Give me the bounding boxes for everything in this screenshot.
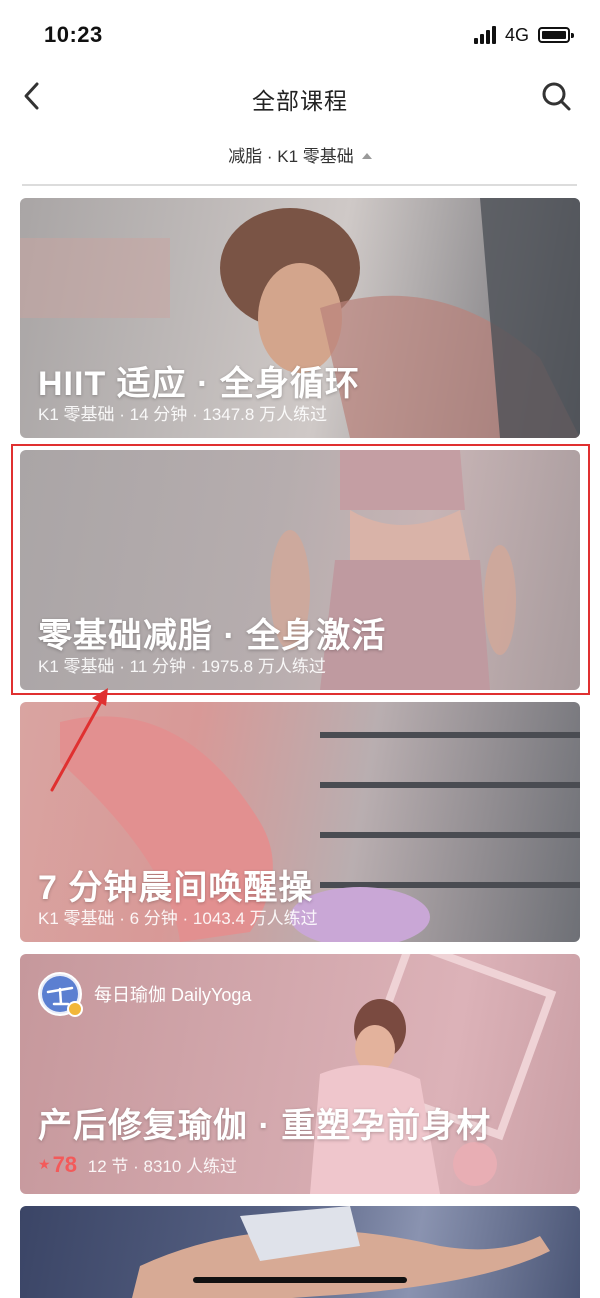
filter-divider bbox=[22, 184, 577, 186]
network-type: 4G bbox=[505, 25, 530, 45]
home-indicator[interactable] bbox=[193, 1277, 407, 1283]
nav-bar: 全部课程 bbox=[0, 62, 600, 134]
page-title: 全部课程 bbox=[252, 88, 348, 114]
course-card-morning[interactable]: 7 分钟晨间唤醒操 K1 零基础 · 6 分钟 · 1043.4 万人练过 bbox=[20, 702, 580, 942]
dailyyoga-logo-icon bbox=[38, 972, 83, 1017]
course-meta-row: ★78 12 节 · 8310 人练过 bbox=[38, 1152, 237, 1178]
course-card-hiit[interactable]: HIIT 适应 · 全身循环 K1 零基础 · 14 分钟 · 1347.8 万… bbox=[20, 198, 580, 438]
status-bar: 10:23 4G bbox=[0, 0, 600, 62]
verified-badge-icon bbox=[67, 1001, 83, 1017]
filter-label: 减脂 · K1 零基础 bbox=[228, 147, 354, 166]
status-time: 10:23 bbox=[44, 22, 103, 47]
course-title: 7 分钟晨间唤醒操 bbox=[38, 869, 314, 907]
battery-icon bbox=[538, 27, 574, 43]
provider-name: 每日瑜伽 DailyYoga bbox=[94, 985, 252, 1005]
search-icon[interactable] bbox=[538, 78, 574, 114]
course-meta: K1 零基础 · 6 分钟 · 1043.4 万人练过 bbox=[38, 909, 318, 928]
course-card-partial[interactable] bbox=[20, 1206, 580, 1298]
caret-up-icon bbox=[361, 153, 372, 159]
course-title: 产后修复瑜伽 · 重塑孕前身材 bbox=[38, 1107, 492, 1145]
course-cover-image bbox=[132, 1206, 550, 1298]
course-price: ★78 bbox=[38, 1152, 78, 1177]
course-title: 零基础减脂 · 全身激活 bbox=[38, 617, 387, 655]
course-meta: K1 零基础 · 11 分钟 · 1975.8 万人练过 bbox=[38, 657, 326, 676]
category-filter[interactable]: 减脂 · K1 零基础 bbox=[0, 142, 600, 172]
course-meta: K1 零基础 · 14 分钟 · 1347.8 万人练过 bbox=[38, 405, 328, 424]
course-meta: 12 节 · 8310 人练过 bbox=[87, 1157, 238, 1176]
course-title: HIIT 适应 · 全身循环 bbox=[38, 365, 360, 403]
course-card-fat-loss[interactable]: 零基础减脂 · 全身激活 K1 零基础 · 11 分钟 · 1975.8 万人练… bbox=[20, 450, 580, 690]
price-star-icon: ★ bbox=[38, 1156, 51, 1172]
course-card-yoga[interactable]: 每日瑜伽 DailyYoga 产后修复瑜伽 · 重塑孕前身材 ★78 12 节 … bbox=[20, 954, 580, 1194]
provider-info: 每日瑜伽 DailyYoga bbox=[38, 972, 252, 1017]
signal-icon bbox=[474, 26, 498, 44]
